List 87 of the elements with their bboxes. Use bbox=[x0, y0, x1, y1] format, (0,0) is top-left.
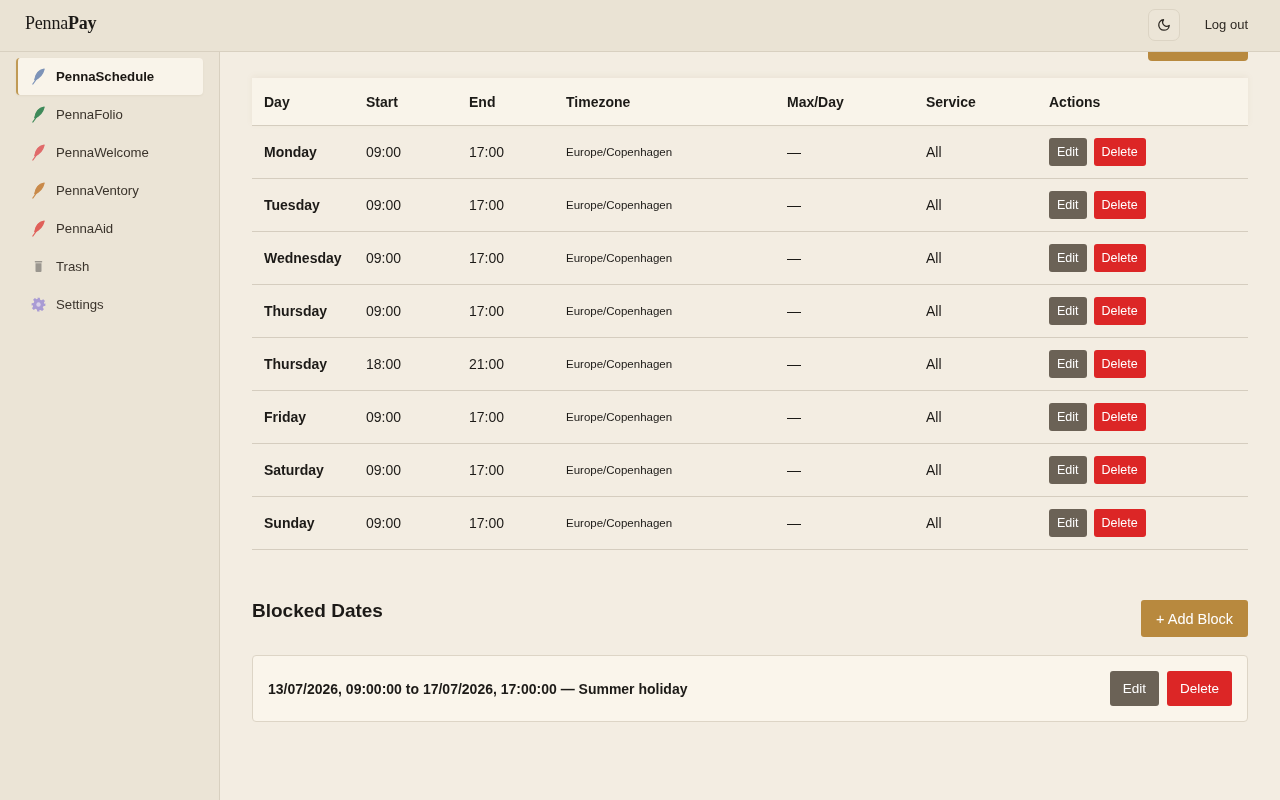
add-block-button[interactable]: + Add Block bbox=[1141, 600, 1248, 637]
start-time-cell: 09:00 bbox=[354, 125, 457, 179]
edit-button[interactable]: Edit bbox=[1049, 509, 1087, 537]
start-time-cell: 18:00 bbox=[354, 337, 457, 391]
service-cell: All bbox=[914, 231, 1037, 285]
delete-button[interactable]: Delete bbox=[1093, 297, 1146, 325]
service-cell: All bbox=[914, 390, 1037, 444]
edit-button[interactable]: Edit bbox=[1049, 297, 1087, 325]
max-per-day-cell: — bbox=[775, 231, 914, 285]
timezone-cell: Europe/Copenhagen bbox=[554, 125, 775, 179]
sidebar-item[interactable]: PennaSchedule bbox=[16, 58, 203, 95]
sidebar-item[interactable]: Trash bbox=[16, 248, 203, 285]
max-per-day-cell: — bbox=[775, 284, 914, 338]
edit-button[interactable]: Edit bbox=[1049, 191, 1087, 219]
edit-button[interactable]: Edit bbox=[1049, 403, 1087, 431]
start-time-cell: 09:00 bbox=[354, 390, 457, 444]
service-cell: All bbox=[914, 443, 1037, 497]
end-time-cell: 17:00 bbox=[457, 443, 554, 497]
logout-button[interactable]: Log out bbox=[1204, 17, 1248, 32]
max-per-day-cell: — bbox=[775, 337, 914, 391]
blocked-date-text: 13/07/2026, 09:00:00 to 17/07/2026, 17:00:00 — Summer holiday bbox=[268, 680, 688, 697]
max-per-day-cell: — bbox=[775, 443, 914, 497]
start-time-cell: 09:00 bbox=[354, 284, 457, 338]
edit-button[interactable]: Edit bbox=[1109, 671, 1159, 706]
end-time-cell: 21:00 bbox=[457, 337, 554, 391]
timezone-cell: Europe/Copenhagen bbox=[554, 231, 775, 285]
service-cell: All bbox=[914, 125, 1037, 179]
column-header: Max/Day bbox=[775, 78, 914, 126]
service-cell: All bbox=[914, 178, 1037, 232]
max-per-day-cell: — bbox=[775, 178, 914, 232]
start-time-cell: 09:00 bbox=[354, 496, 457, 550]
sidebar-item[interactable]: PennaAid bbox=[16, 210, 203, 247]
delete-button[interactable]: Delete bbox=[1093, 244, 1146, 272]
timezone-cell: Europe/Copenhagen bbox=[554, 496, 775, 550]
timezone-cell: Europe/Copenhagen bbox=[554, 390, 775, 444]
column-header: Day bbox=[252, 78, 354, 126]
delete-button[interactable]: Delete bbox=[1093, 191, 1146, 219]
sidebar-item[interactable]: PennaWelcome bbox=[16, 134, 203, 171]
max-per-day-cell: — bbox=[775, 390, 914, 444]
day-cell: Monday bbox=[252, 125, 354, 179]
end-time-cell: 17:00 bbox=[457, 231, 554, 285]
end-time-cell: 17:00 bbox=[457, 178, 554, 232]
sidebar-item[interactable]: PennaFolio bbox=[16, 96, 203, 133]
day-cell: Thursday bbox=[252, 284, 354, 338]
column-header: Timezone bbox=[554, 78, 775, 126]
start-time-cell: 09:00 bbox=[354, 231, 457, 285]
end-time-cell: 17:00 bbox=[457, 284, 554, 338]
delete-button[interactable]: Delete bbox=[1093, 350, 1146, 378]
start-time-cell: 09:00 bbox=[354, 443, 457, 497]
timezone-cell: Europe/Copenhagen bbox=[554, 443, 775, 497]
day-cell: Wednesday bbox=[252, 231, 354, 285]
day-cell: Sunday bbox=[252, 496, 354, 550]
delete-button[interactable]: Delete bbox=[1093, 456, 1146, 484]
edit-button[interactable]: Edit bbox=[1049, 244, 1087, 272]
delete-button[interactable]: Delete bbox=[1093, 509, 1146, 537]
service-cell: All bbox=[914, 284, 1037, 338]
column-header: End bbox=[457, 78, 554, 126]
timezone-cell: Europe/Copenhagen bbox=[554, 284, 775, 338]
delete-button[interactable]: Delete bbox=[1093, 403, 1146, 431]
theme-toggle-button[interactable] bbox=[1147, 9, 1180, 41]
section-title: Blocked Dates bbox=[252, 600, 383, 622]
delete-button[interactable]: Delete bbox=[1166, 671, 1232, 706]
column-header: Service bbox=[914, 78, 1037, 126]
day-cell: Saturday bbox=[252, 443, 354, 497]
edit-button[interactable]: Edit bbox=[1049, 138, 1087, 166]
end-time-cell: 17:00 bbox=[457, 125, 554, 179]
edit-button[interactable]: Edit bbox=[1049, 350, 1087, 378]
max-per-day-cell: — bbox=[775, 125, 914, 179]
delete-button[interactable]: Delete bbox=[1093, 138, 1146, 166]
service-cell: All bbox=[914, 496, 1037, 550]
service-cell: All bbox=[914, 337, 1037, 391]
end-time-cell: 17:00 bbox=[457, 390, 554, 444]
sidebar-item[interactable]: PennaVentory bbox=[16, 172, 203, 209]
timezone-cell: Europe/Copenhagen bbox=[554, 337, 775, 391]
day-cell: Friday bbox=[252, 390, 354, 444]
timezone-cell: Europe/Copenhagen bbox=[554, 178, 775, 232]
app-logo: PennaPay bbox=[25, 13, 97, 34]
max-per-day-cell: — bbox=[775, 496, 914, 550]
day-cell: Tuesday bbox=[252, 178, 354, 232]
day-cell: Thursday bbox=[252, 337, 354, 391]
column-header: Actions bbox=[1037, 78, 1248, 126]
column-header: Start bbox=[354, 78, 457, 126]
start-time-cell: 09:00 bbox=[354, 178, 457, 232]
moon-icon bbox=[1156, 18, 1171, 32]
edit-button[interactable]: Edit bbox=[1049, 456, 1087, 484]
sidebar-item[interactable]: Settings bbox=[16, 286, 203, 323]
end-time-cell: 17:00 bbox=[457, 496, 554, 550]
